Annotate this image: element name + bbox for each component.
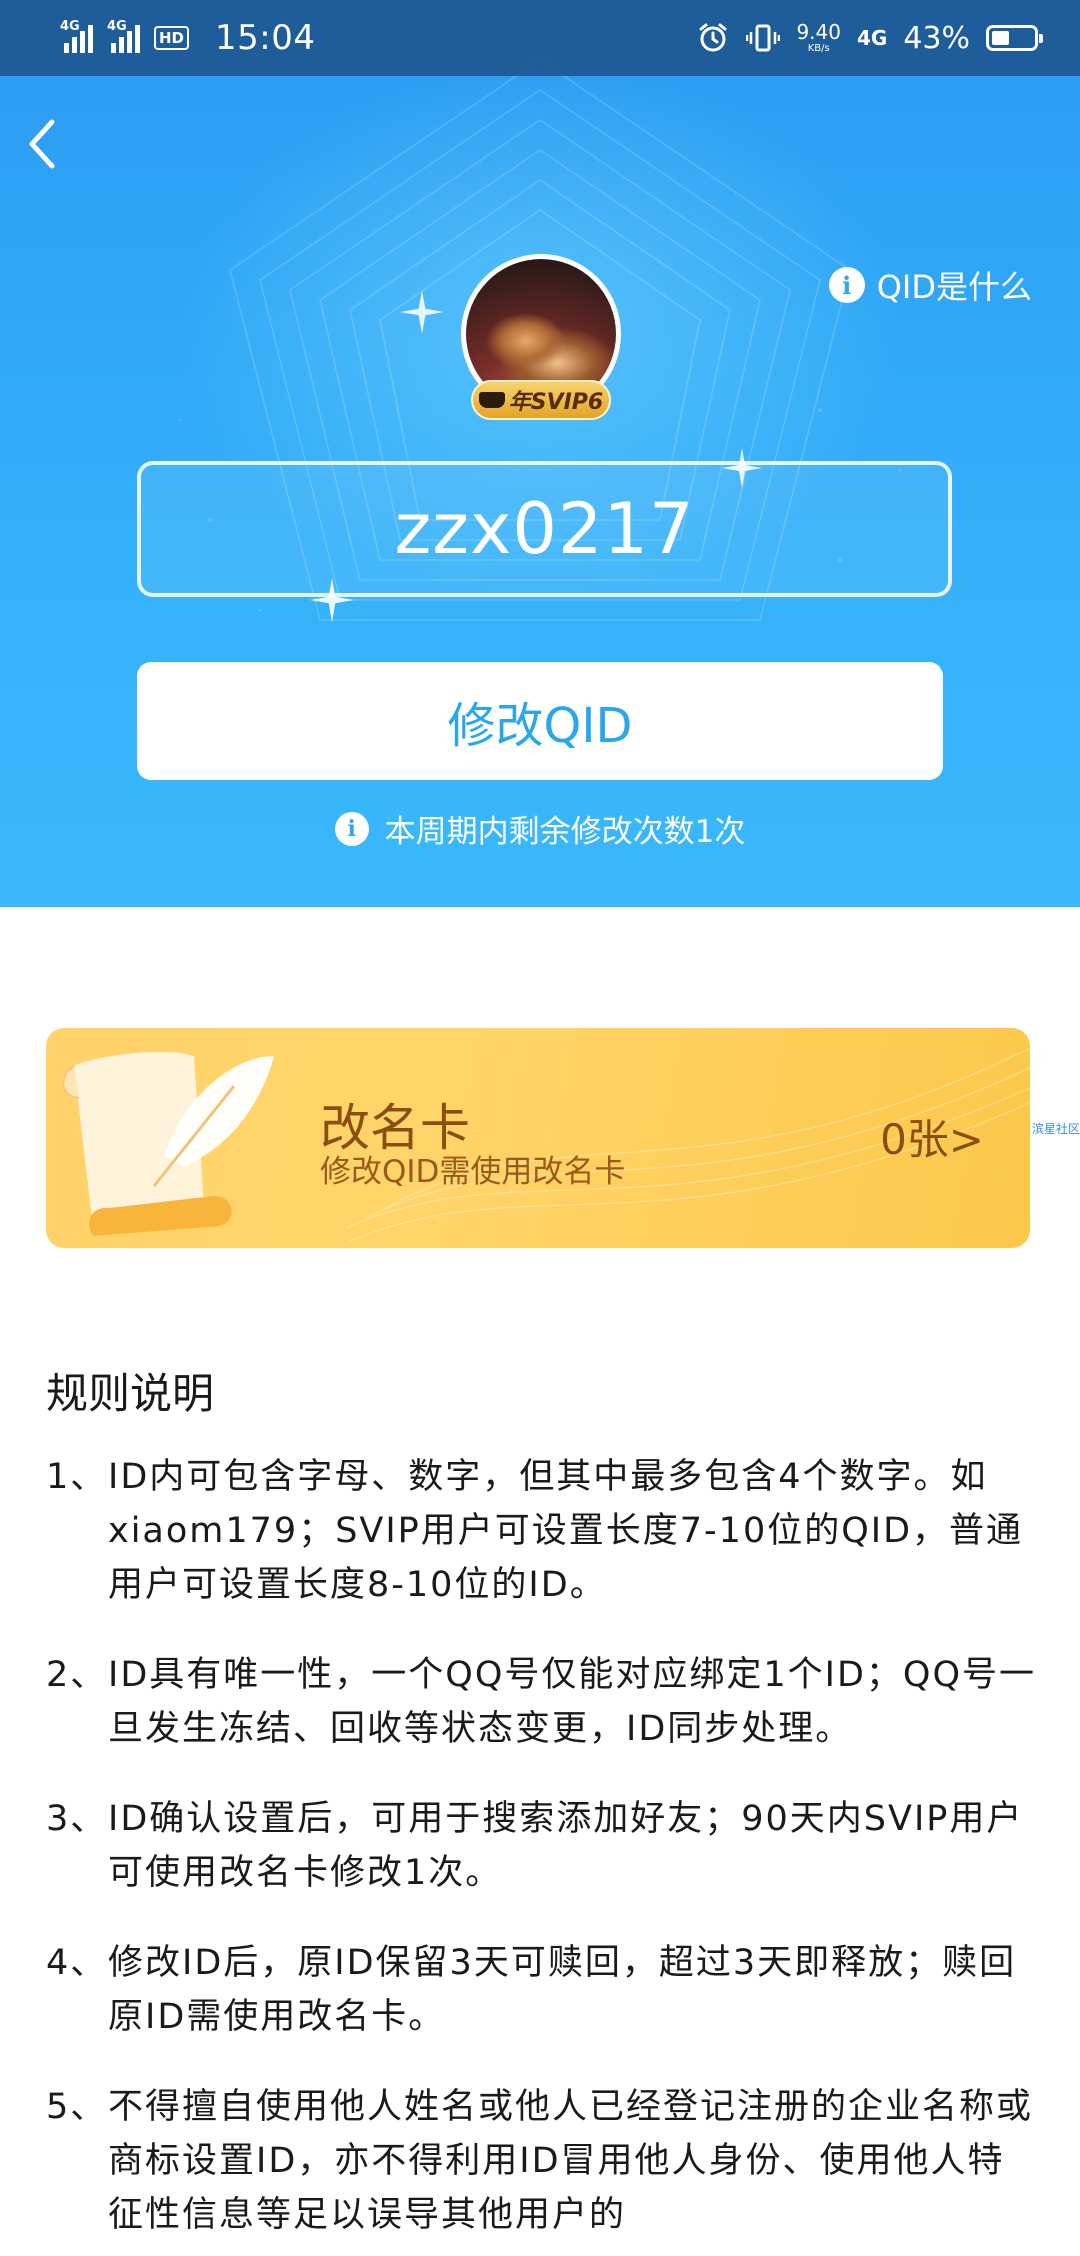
watermark: 滨星社区 <box>1032 1122 1080 1136</box>
modify-qid-button[interactable]: 修改QID <box>137 662 943 780</box>
rule-item: 1、 ID内可包含字母、数字，但其中最多包含4个数字。如xiaom179；SVI… <box>46 1450 1036 1612</box>
remaining-changes-note: i 本周期内剩余修改次数1次 <box>0 806 1080 851</box>
rule-item: 4、 修改ID后，原ID保留3天可赎回，超过3天即释放；赎回原ID需使用改名卡。 <box>46 1936 1036 2044</box>
crown-icon <box>478 392 505 408</box>
back-arrow-icon[interactable] <box>22 116 62 172</box>
svip-badge-label: 年SVIP6 <box>508 390 604 415</box>
qid-hero: 4G 4G HD 15:04 9.40 KB/s 4G 43% i QID是什么… <box>0 0 1080 907</box>
qid-help-link[interactable]: i QID是什么 <box>828 262 1032 308</box>
rule-number: 4、 <box>46 1943 108 1983</box>
rule-text: ID具有唯一性，一个QQ号仅能对应绑定1个ID；QQ号一旦发生冻结、回收等状态变… <box>108 1655 1037 1749</box>
rule-text: ID内可包含字母、数字，但其中最多包含4个数字。如xiaom179；SVIP用户… <box>108 1457 1024 1605</box>
alarm-icon <box>699 23 727 52</box>
qid-help-label: QID是什么 <box>876 268 1032 306</box>
qid-display: zzx0217 <box>137 461 952 597</box>
info-icon: i <box>828 267 865 303</box>
status-time: 15:04 <box>215 18 316 58</box>
rename-card[interactable]: 改名卡 修改QID需使用改名卡 0张> <box>46 1028 1030 1248</box>
hd-voice-icon: HD <box>154 26 190 50</box>
battery-fill <box>992 31 1009 45</box>
rule-item: 5、 不得擅自使用他人姓名或他人已经登记注册的企业名称或商标设置ID，亦不得利用… <box>46 2080 1036 2242</box>
rule-text: ID确认设置后，可用于搜索添加好友；90天内SVIP用户可使用改名卡修改1次。 <box>108 1799 1024 1893</box>
battery-percent: 43% <box>903 20 970 56</box>
battery-icon <box>986 25 1043 51</box>
rule-number: 1、 <box>46 1457 108 1497</box>
signal-icon: 4G <box>107 19 140 53</box>
rename-card-count[interactable]: 0张> <box>880 1106 984 1167</box>
rules-list: 1、 ID内可包含字母、数字，但其中最多包含4个数字。如xiaom179；SVI… <box>46 1450 1036 2256</box>
network-speed: 9.40 KB/s <box>796 20 841 54</box>
rule-number: 3、 <box>46 1799 108 1839</box>
rules-title: 规则说明 <box>46 1369 215 1418</box>
remaining-changes-label: 本周期内剩余修改次数1次 <box>384 814 746 850</box>
avatar-group: 年SVIP6 <box>461 254 621 420</box>
rule-number: 5、 <box>46 2087 108 2127</box>
svip-badge: 年SVIP6 <box>471 380 611 420</box>
rule-text: 修改ID后，原ID保留3天可赎回，超过3天即释放；赎回原ID需使用改名卡。 <box>108 1943 1017 2037</box>
scroll-quill-icon <box>62 1051 274 1236</box>
status-bar: 4G 4G HD 15:04 9.40 KB/s 4G 43% <box>0 0 1080 76</box>
rule-item: 2、 ID具有唯一性，一个QQ号仅能对应绑定1个ID；QQ号一旦发生冻结、回收等… <box>46 1648 1036 1756</box>
rename-card-subtitle: 修改QID需使用改名卡 <box>320 1154 626 1190</box>
vibrate-icon <box>746 24 781 52</box>
info-icon: i <box>334 811 369 846</box>
rule-item: 3、 ID确认设置后，可用于搜索添加好友；90天内SVIP用户可使用改名卡修改1… <box>46 1792 1036 1900</box>
rule-number: 2、 <box>46 1655 108 1695</box>
rule-text: 不得擅自使用他人姓名或他人已经登记注册的企业名称或商标设置ID，亦不得利用ID冒… <box>108 2087 1034 2235</box>
signal-icon: 4G <box>60 19 93 53</box>
network-type: 4G <box>856 26 888 50</box>
sparkle-icon <box>400 290 444 334</box>
